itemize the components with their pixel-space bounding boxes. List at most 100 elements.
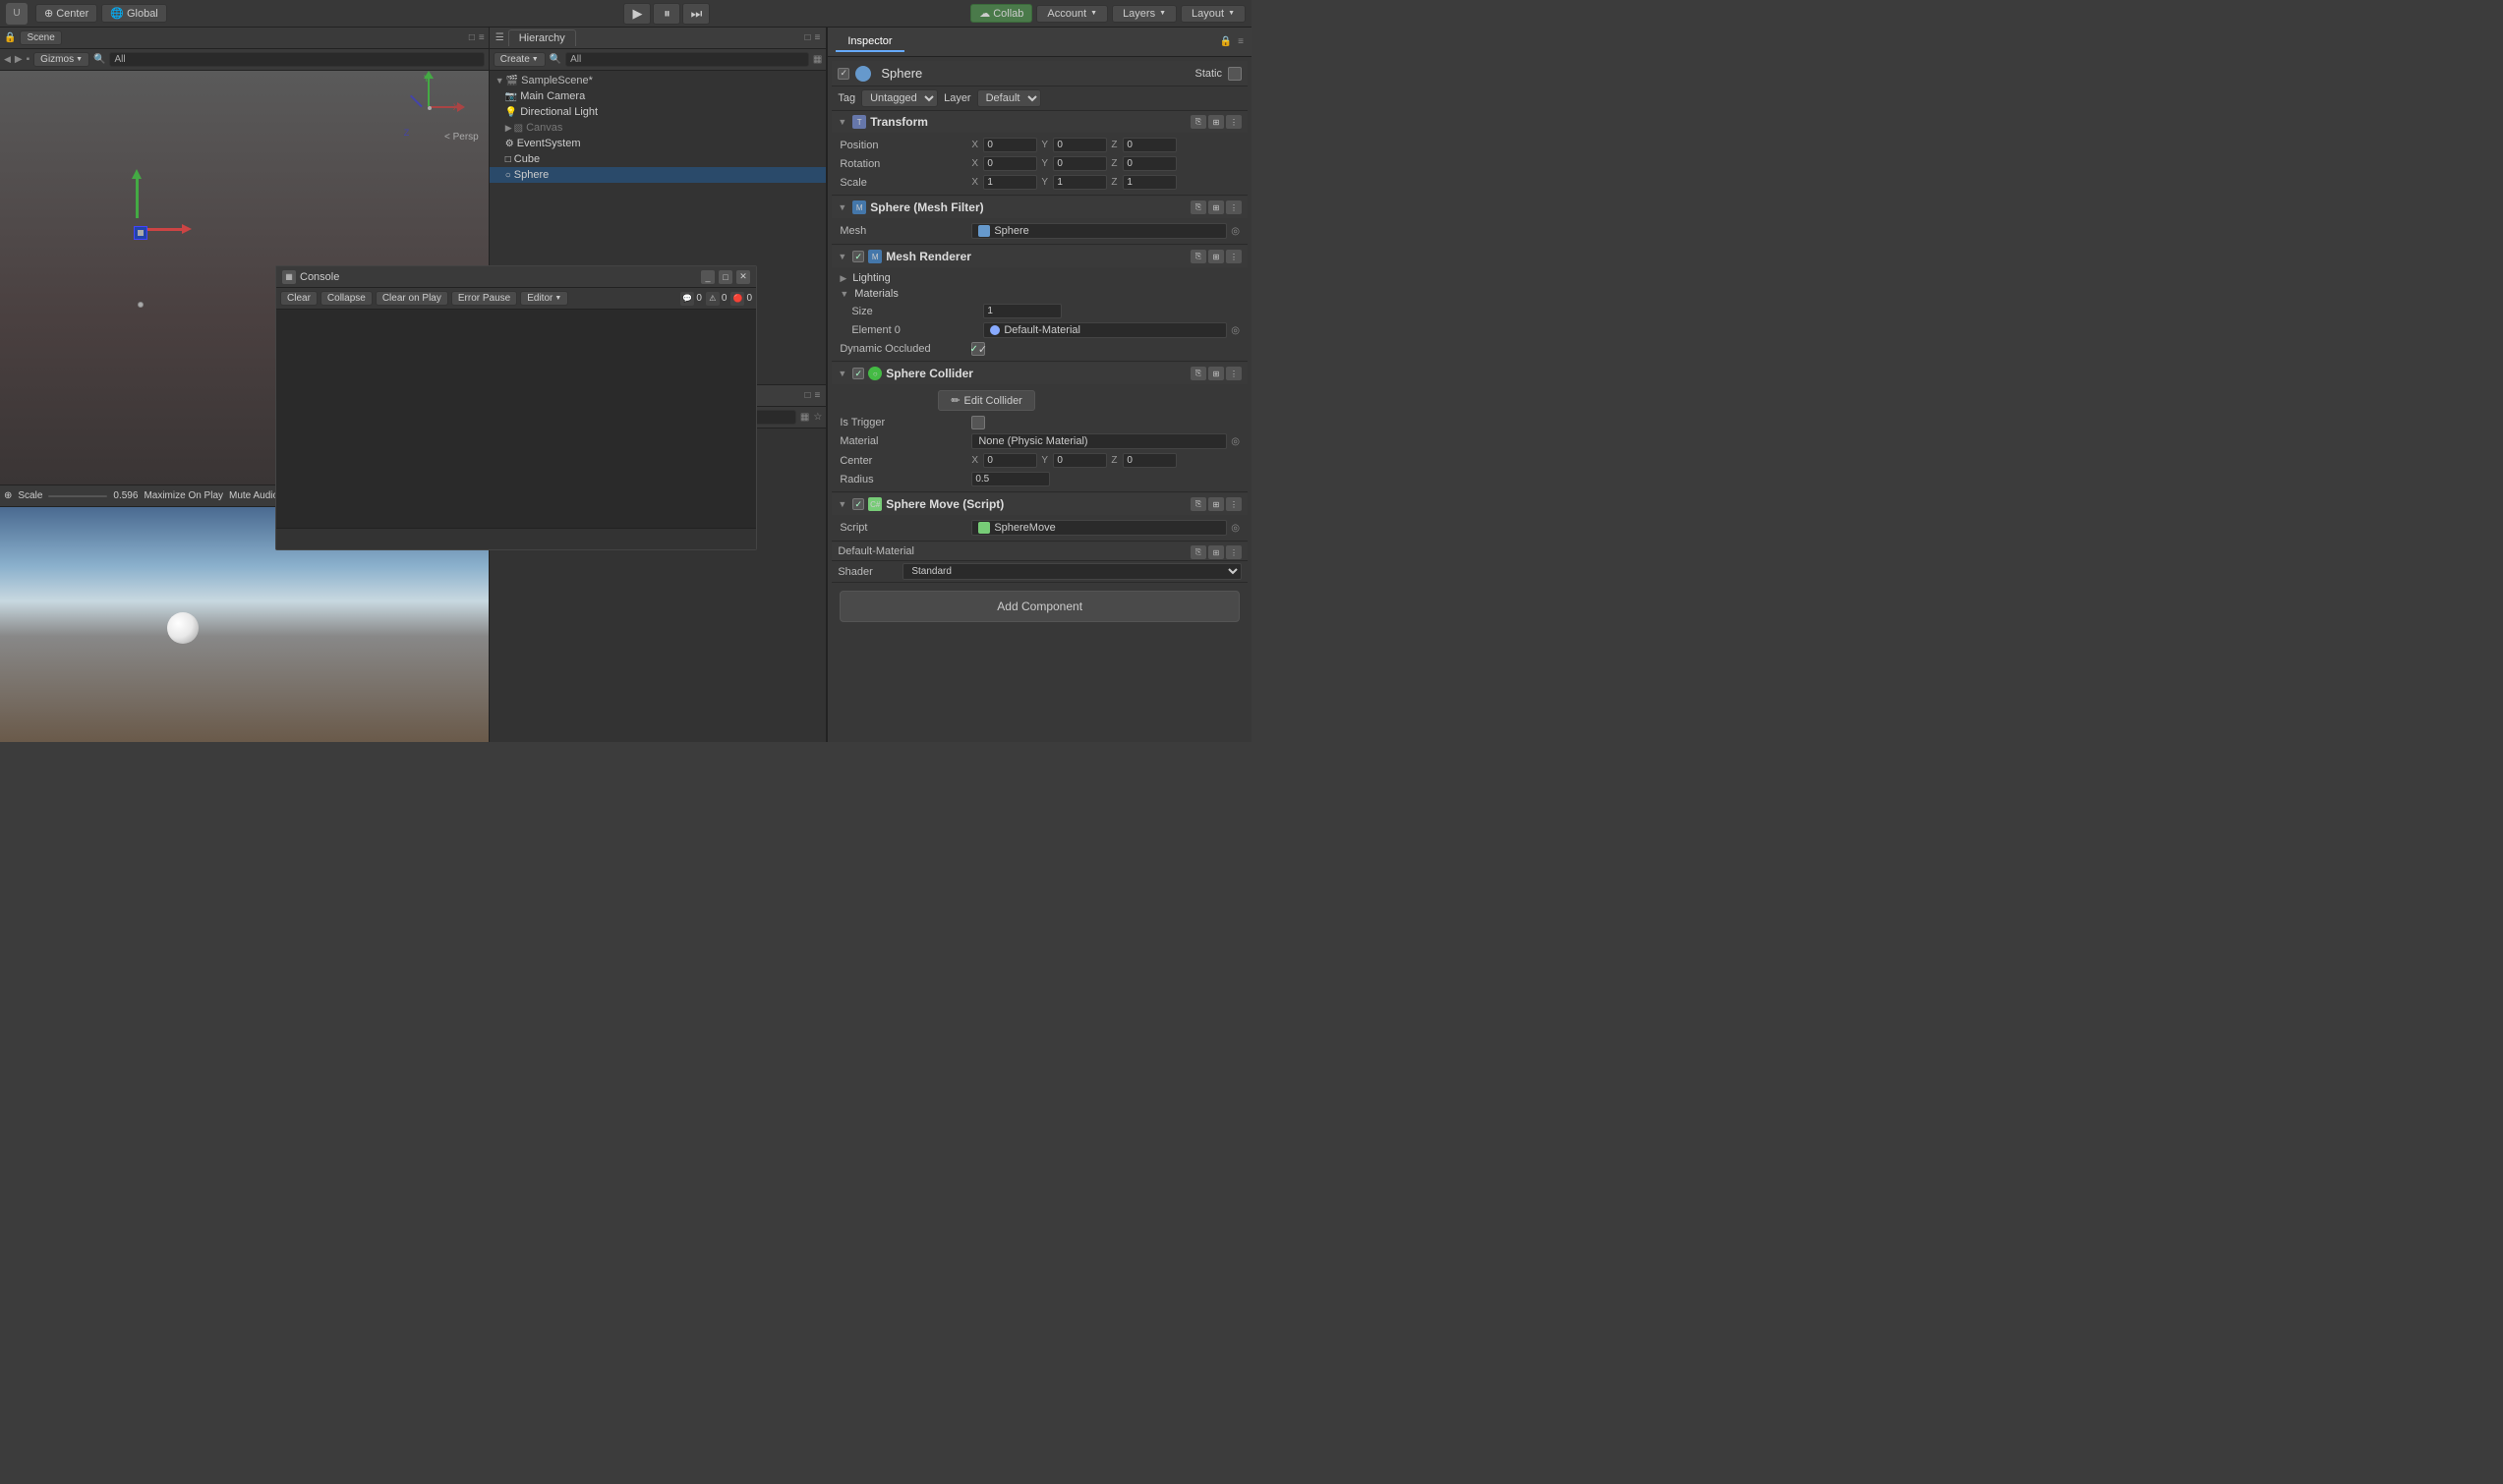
scene-tab[interactable]: Scene [20, 30, 61, 45]
mesh-renderer-paste-btn[interactable]: ⊞ [1208, 250, 1224, 263]
console-clear-on-play-btn[interactable]: Clear on Play [376, 291, 448, 306]
hierarchy-item-sphere[interactable]: ○ Sphere [490, 167, 827, 183]
persp-label: < Persp [444, 132, 479, 143]
hierarchy-search-input[interactable] [565, 52, 809, 67]
position-y-input[interactable] [1053, 138, 1107, 152]
sphere-move-enable-checkbox[interactable]: ✓ [852, 498, 864, 510]
console-collapse-btn[interactable]: Collapse [320, 291, 373, 306]
lighting-section-header[interactable]: ▶ Lighting [840, 270, 1240, 286]
center-y-input[interactable] [1053, 453, 1107, 468]
materials-section-header[interactable]: ▼ Materials [840, 286, 1240, 302]
console-maximize-btn[interactable]: □ [719, 270, 732, 284]
material-paste-btn[interactable]: ⊞ [1208, 545, 1224, 559]
is-trigger-checkbox[interactable] [971, 416, 985, 429]
sphere-collider-copy-btn[interactable]: ⎘ [1191, 367, 1206, 380]
scale-y-input[interactable] [1053, 175, 1107, 190]
console-bottom-bar [276, 528, 756, 549]
mesh-filter-more-btn[interactable]: ⋮ [1226, 200, 1242, 214]
object-name-input[interactable] [877, 65, 1189, 82]
center-x-input[interactable] [983, 453, 1037, 468]
rotation-y-input[interactable] [1053, 156, 1107, 171]
sphere-collider-more-btn[interactable]: ⋮ [1226, 367, 1242, 380]
material-copy-btn[interactable]: ⎘ [1191, 545, 1206, 559]
edit-collider-button[interactable]: ✏ Edit Collider [938, 390, 1035, 411]
global-button[interactable]: 🌐 Global [101, 4, 167, 23]
hierarchy-item-maincamera[interactable]: 📷 Main Camera [490, 88, 827, 104]
dynamic-occluded-checkbox[interactable]: ✓ [971, 342, 985, 356]
layers-button[interactable]: Layers [1112, 5, 1177, 23]
sphere-collider-paste-btn[interactable]: ⊞ [1208, 367, 1224, 380]
materials-size-input[interactable] [983, 304, 1062, 318]
rotation-y-field: Y [1041, 156, 1107, 171]
hierarchy-item-canvas[interactable]: ▧ Canvas [490, 120, 827, 136]
scene-search-input[interactable] [109, 52, 484, 67]
center-button[interactable]: ⊕ Center [35, 4, 97, 23]
object-active-checkbox[interactable]: ✓ [838, 68, 849, 80]
transform-paste-btn[interactable]: ⊞ [1208, 115, 1224, 129]
add-component-button[interactable]: Add Component [840, 591, 1240, 622]
mesh-renderer-enable-checkbox[interactable]: ✓ [852, 251, 864, 262]
material-dot [990, 325, 1000, 335]
radius-input[interactable] [971, 472, 1050, 486]
console-clear-btn[interactable]: Clear [280, 291, 318, 306]
play-button[interactable]: ▶ [623, 3, 651, 25]
scale-slider[interactable] [48, 495, 107, 497]
rotation-x-input[interactable] [983, 156, 1037, 171]
scale-z-input[interactable] [1123, 175, 1177, 190]
scale-x-input[interactable] [983, 175, 1037, 190]
account-button[interactable]: Account [1036, 5, 1108, 23]
inspector-content: ✓ Static Tag Untagged Layer Default [828, 57, 1252, 742]
transform-header[interactable]: ▼ T Transform ⎘ ⊞ ⋮ [832, 111, 1248, 133]
sphere-collider-header[interactable]: ▼ ✓ ○ Sphere Collider ⎘ ⊞ ⋮ [832, 363, 1248, 384]
hierarchy-item-scene[interactable]: 🎬 SampleScene* [490, 73, 827, 88]
position-z-input[interactable] [1123, 138, 1177, 152]
sphere-move-copy-btn[interactable]: ⎘ [1191, 497, 1206, 511]
console-error-pause-btn[interactable]: Error Pause [451, 291, 517, 306]
script-value[interactable]: SphereMove [971, 520, 1227, 536]
collider-material-value[interactable]: None (Physic Material) [971, 433, 1227, 449]
layout-button[interactable]: Layout [1181, 5, 1246, 23]
position-x-input[interactable] [983, 138, 1037, 152]
hierarchy-tab[interactable]: Hierarchy [508, 29, 576, 46]
maximize-on-play-btn[interactable]: Maximize On Play [144, 490, 223, 501]
sphere-move-paste-btn[interactable]: ⊞ [1208, 497, 1224, 511]
shader-select[interactable]: Standard [902, 563, 1242, 580]
mesh-value[interactable]: Sphere [971, 223, 1227, 239]
hierarchy-create-btn[interactable]: Create [494, 52, 546, 67]
gizmos-button[interactable]: Gizmos ▼ [33, 52, 89, 67]
edit-collider-icon: ✏ [951, 394, 960, 407]
layer-select[interactable]: Default [977, 89, 1041, 107]
collider-material-target-icon: ◎ [1231, 436, 1240, 447]
mesh-renderer-copy-btn[interactable]: ⎘ [1191, 250, 1206, 263]
sphere-move-header[interactable]: ▼ ✓ C# Sphere Move (Script) ⎘ ⊞ ⋮ [832, 493, 1248, 515]
right-toolbar: ☁ Collab Account Layers Layout [970, 4, 1246, 23]
step-button[interactable]: ⏭ [682, 3, 710, 25]
project-more-icon: ≡ [814, 390, 820, 401]
hierarchy-item-dirlight[interactable]: 💡 Directional Light [490, 104, 827, 120]
console-editor-btn[interactable]: Editor [520, 291, 568, 306]
hierarchy-item-cube[interactable]: □ Cube [490, 151, 827, 167]
hierarchy-item-eventsystem[interactable]: ⚙ EventSystem [490, 136, 827, 151]
sphere-move-more-btn[interactable]: ⋮ [1226, 497, 1242, 511]
mesh-renderer-header[interactable]: ▼ ✓ M Mesh Renderer ⎘ ⊞ ⋮ [832, 246, 1248, 267]
static-checkbox[interactable] [1228, 67, 1242, 81]
material-header[interactable]: Default-Material ⎘ ⊞ ⋮ [832, 542, 1248, 561]
element0-value[interactable]: Default-Material [983, 322, 1227, 338]
material-more-btn[interactable]: ⋮ [1226, 545, 1242, 559]
mesh-filter-header[interactable]: ▼ M Sphere (Mesh Filter) ⎘ ⊞ ⋮ [832, 197, 1248, 218]
mesh-renderer-more-btn[interactable]: ⋮ [1226, 250, 1242, 263]
sphere-collider-enable-checkbox[interactable]: ✓ [852, 368, 864, 379]
inspector-tab[interactable]: Inspector [836, 32, 903, 52]
transform-copy-btn[interactable]: ⎘ [1191, 115, 1206, 129]
mute-audio-btn[interactable]: Mute Audio [229, 490, 278, 501]
mesh-filter-paste-btn[interactable]: ⊞ [1208, 200, 1224, 214]
mesh-filter-copy-btn[interactable]: ⎘ [1191, 200, 1206, 214]
rotation-z-input[interactable] [1123, 156, 1177, 171]
console-minimize-btn[interactable]: _ [701, 270, 715, 284]
console-close-btn[interactable]: ✕ [736, 270, 750, 284]
pause-button[interactable]: ⏸ [653, 3, 680, 25]
transform-more-btn[interactable]: ⋮ [1226, 115, 1242, 129]
collab-button[interactable]: ☁ Collab [970, 4, 1032, 23]
tag-select[interactable]: Untagged [861, 89, 938, 107]
center-z-input[interactable] [1123, 453, 1177, 468]
